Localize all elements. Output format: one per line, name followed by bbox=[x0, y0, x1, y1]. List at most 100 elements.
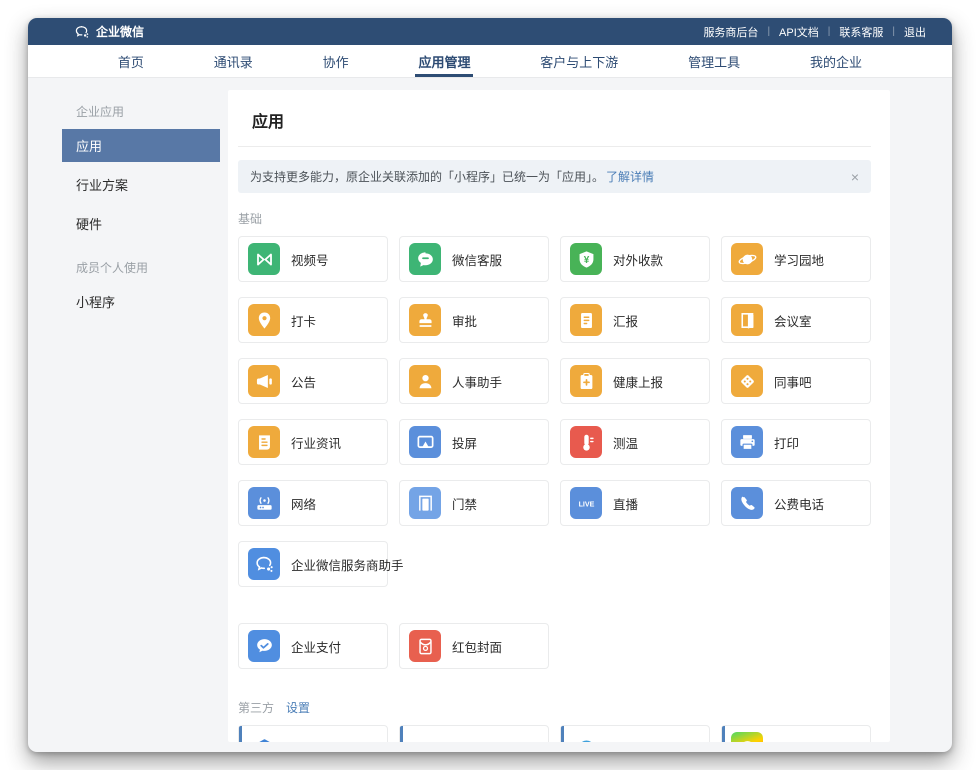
report-doc-icon bbox=[570, 304, 602, 336]
pay-app-grid: 企业支付 红包封面 bbox=[238, 623, 871, 669]
app-label: 腾讯乐享 bbox=[291, 739, 341, 743]
topbar-link[interactable]: 联系客服 bbox=[839, 24, 883, 40]
third-party-settings-link[interactable]: 设置 bbox=[286, 699, 310, 716]
megaphone-icon bbox=[248, 365, 280, 397]
app-label: 视频号 bbox=[291, 250, 329, 269]
shield-yuan-icon: ¥ bbox=[570, 243, 602, 275]
app-label: 人事助手 bbox=[452, 372, 502, 391]
app-label: 测温 bbox=[613, 433, 638, 452]
base-section-label: 基础 bbox=[238, 210, 871, 227]
red-packet-icon bbox=[409, 630, 441, 662]
location-pin-icon bbox=[248, 304, 280, 336]
app-card[interactable]: 网络 bbox=[238, 480, 388, 526]
topbar-links: 服务商后台|API文档|联系客服|退出 bbox=[703, 24, 926, 40]
pay-check-icon bbox=[248, 630, 280, 662]
app-label: 企业朋友圈 bbox=[774, 739, 837, 743]
title-divider bbox=[238, 146, 871, 147]
nav-tab-通讯录[interactable]: 通讯录 bbox=[214, 45, 253, 77]
nav-tab-管理工具[interactable]: 管理工具 bbox=[688, 45, 740, 77]
app-card[interactable]: 健康上报 bbox=[560, 358, 710, 404]
moments-logo-icon bbox=[731, 732, 763, 742]
app-card[interactable]: 会议室 bbox=[721, 297, 871, 343]
app-card[interactable]: 腾讯乐享 bbox=[238, 725, 388, 742]
app-card[interactable]: ¥ 对外收款 bbox=[560, 236, 710, 282]
notice-banner: 为支持更多能力，原企业关联添加的「小程序」已统一为「应用」。 了解详情 × bbox=[238, 160, 871, 193]
diamond-dots-icon bbox=[731, 365, 763, 397]
app-label: 汇报 bbox=[613, 311, 638, 330]
sidebar-item-应用[interactable]: 应用 bbox=[62, 129, 220, 162]
person-icon bbox=[409, 365, 441, 397]
app-label: 会议室 bbox=[774, 311, 812, 330]
app-card[interactable]: 领签电子合同 bbox=[560, 725, 710, 742]
app-label: 微信客服 bbox=[452, 250, 502, 269]
topbar-link-separator: | bbox=[892, 26, 895, 37]
app-label: 领签电子合同 bbox=[613, 739, 688, 743]
nav-tab-客户与上下游[interactable]: 客户与上下游 bbox=[540, 45, 618, 77]
app-card[interactable]: LIVE直播 bbox=[560, 480, 710, 526]
app-label: 企业微信服务商助手 bbox=[291, 555, 404, 574]
app-label: 红包封面 bbox=[452, 637, 502, 656]
app-label: 网络 bbox=[291, 494, 316, 513]
app-card[interactable]: 企业支付 bbox=[238, 623, 388, 669]
app-card[interactable]: 学习园地 bbox=[721, 236, 871, 282]
base-app-grid: 视频号 微信客服 ¥ 对外收款 学习园地打卡 审批 汇报 会议室公告 人事助手 健康上报 同事吧行业… bbox=[238, 236, 871, 587]
brand: 企业微信 bbox=[74, 23, 144, 40]
app-card[interactable]: 企业微信服务商助手 bbox=[238, 541, 388, 587]
nav-tab-应用管理[interactable]: 应用管理 bbox=[418, 45, 470, 77]
nav-tab-协作[interactable]: 协作 bbox=[323, 45, 349, 77]
app-label: 学习园地 bbox=[774, 250, 824, 269]
app-card[interactable]: TAPDTAPD bbox=[399, 725, 549, 742]
app-card[interactable]: 公告 bbox=[238, 358, 388, 404]
stamp-icon bbox=[409, 304, 441, 336]
app-card[interactable]: 测温 bbox=[560, 419, 710, 465]
phone-icon bbox=[731, 487, 763, 519]
sidebar: 企业应用应用行业方案硬件成员个人使用小程序 bbox=[62, 90, 220, 742]
wecom-brand-icon bbox=[74, 24, 90, 40]
app-card[interactable]: 打卡 bbox=[238, 297, 388, 343]
close-icon[interactable]: × bbox=[851, 170, 859, 184]
app-card[interactable]: 门禁 bbox=[399, 480, 549, 526]
app-card[interactable]: 投屏 bbox=[399, 419, 549, 465]
app-card[interactable]: 微信客服 bbox=[399, 236, 549, 282]
nav-tab-首页[interactable]: 首页 bbox=[118, 45, 144, 77]
door-access-icon bbox=[409, 487, 441, 519]
door-open-icon bbox=[731, 304, 763, 336]
topbar-link[interactable]: 退出 bbox=[904, 24, 926, 40]
esign-logo-icon bbox=[570, 732, 602, 742]
app-label: 同事吧 bbox=[774, 372, 812, 391]
news-doc-icon bbox=[248, 426, 280, 458]
sidebar-item-小程序[interactable]: 小程序 bbox=[62, 285, 220, 318]
app-label: 打印 bbox=[774, 433, 799, 452]
app-card[interactable]: 企业朋友圈 bbox=[721, 725, 871, 742]
app-card[interactable]: 红包封面 bbox=[399, 623, 549, 669]
topbar-link[interactable]: 服务商后台 bbox=[703, 24, 758, 40]
third-party-header: 第三方 设置 bbox=[238, 699, 871, 716]
app-card[interactable]: 公费电话 bbox=[721, 480, 871, 526]
sidebar-item-行业方案[interactable]: 行业方案 bbox=[62, 168, 220, 201]
app-label: 打卡 bbox=[291, 311, 316, 330]
app-label: 公告 bbox=[291, 372, 316, 391]
body-area: 企业应用应用行业方案硬件成员个人使用小程序 应用 为支持更多能力，原企业关联添加… bbox=[28, 78, 952, 752]
app-card[interactable]: 视频号 bbox=[238, 236, 388, 282]
app-card[interactable]: 汇报 bbox=[560, 297, 710, 343]
app-card[interactable]: 行业资讯 bbox=[238, 419, 388, 465]
svg-text:LIVE: LIVE bbox=[578, 500, 594, 508]
topbar-link-separator: | bbox=[767, 26, 770, 37]
topbar-link[interactable]: API文档 bbox=[779, 24, 819, 40]
app-card[interactable]: 同事吧 bbox=[721, 358, 871, 404]
clipboard-plus-icon bbox=[570, 365, 602, 397]
app-card[interactable]: 人事助手 bbox=[399, 358, 549, 404]
app-card[interactable]: 打印 bbox=[721, 419, 871, 465]
browser-window: 企业微信 服务商后台|API文档|联系客服|退出 首页通讯录协作应用管理客户与上… bbox=[28, 18, 952, 752]
cast-screen-icon bbox=[409, 426, 441, 458]
app-label: 行业资讯 bbox=[291, 433, 341, 452]
lexiang-logo-icon bbox=[248, 732, 280, 742]
thermometer-icon bbox=[570, 426, 602, 458]
sidebar-item-硬件[interactable]: 硬件 bbox=[62, 207, 220, 240]
app-label: 对外收款 bbox=[613, 250, 663, 269]
sidebar-section-header: 企业应用 bbox=[62, 90, 220, 129]
app-card[interactable]: 审批 bbox=[399, 297, 549, 343]
learn-more-link[interactable]: 了解详情 bbox=[606, 168, 654, 185]
svg-text:¥: ¥ bbox=[583, 255, 589, 266]
nav-tab-我的企业[interactable]: 我的企业 bbox=[810, 45, 862, 77]
